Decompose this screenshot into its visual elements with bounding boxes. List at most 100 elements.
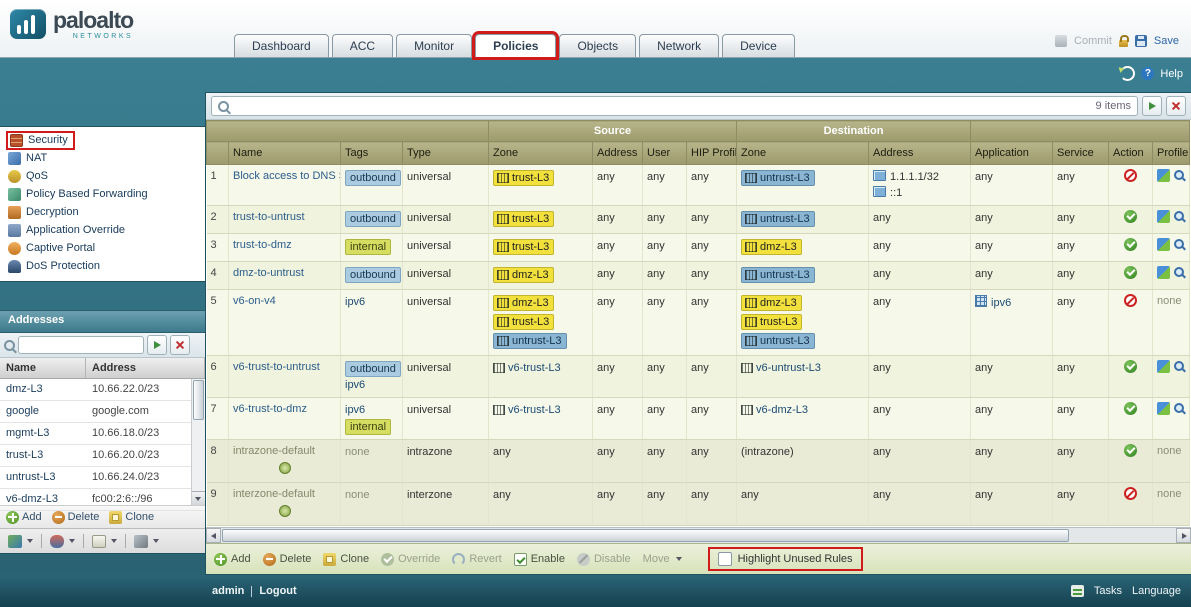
add-button[interactable]: Add <box>214 553 251 566</box>
column-header-profile-12[interactable]: Profile <box>1153 142 1190 165</box>
column-header-tags-1[interactable]: Tags <box>341 142 403 165</box>
save-button[interactable]: Save <box>1154 35 1179 47</box>
profile-group-icon[interactable] <box>1157 402 1170 415</box>
tag-outbound[interactable]: outbound <box>345 361 401 377</box>
tab-policies[interactable]: Policies <box>475 34 556 57</box>
zone-badge[interactable]: dmz-L3 <box>493 267 554 283</box>
profile-log-icon[interactable] <box>1173 402 1186 415</box>
column-header-zone-7[interactable]: Zone <box>737 142 869 165</box>
delete-button[interactable]: Delete <box>263 553 312 566</box>
override-button[interactable]: Override <box>381 553 440 566</box>
tab-monitor[interactable]: Monitor <box>396 34 472 57</box>
rule-row-8[interactable]: 8intrazone-defaultnoneintrazoneanyanyany… <box>207 440 1190 483</box>
tag-outbound[interactable]: outbound <box>345 170 401 186</box>
edit-dropdown-button[interactable] <box>90 533 119 550</box>
scrollbar-right-arrow[interactable] <box>1176 528 1191 543</box>
tab-network[interactable]: Network <box>639 34 719 57</box>
rules-apply-filter-button[interactable] <box>1142 96 1162 116</box>
zone-badge[interactable]: v6-trust-L3 <box>493 361 561 375</box>
rules-filter-input[interactable] <box>233 98 1092 114</box>
scrollbar-thumb[interactable] <box>222 529 1069 542</box>
zone-badge[interactable]: trust-L3 <box>493 170 554 186</box>
rule-settings-icon[interactable] <box>279 505 291 517</box>
address-row[interactable]: mgmt-L310.66.18.0/23 <box>0 423 205 445</box>
addresses-apply-filter-button[interactable] <box>147 335 167 355</box>
language-link[interactable]: Language <box>1132 585 1181 597</box>
tasks-link[interactable]: Tasks <box>1094 585 1122 597</box>
sidebar-item-application-override[interactable]: Application Override <box>2 221 203 239</box>
zone-badge[interactable]: trust-L3 <box>493 211 554 227</box>
column-header-application-9[interactable]: Application <box>971 142 1053 165</box>
clone-button[interactable]: Clone <box>109 511 154 524</box>
zone-badge[interactable]: untrust-L3 <box>741 170 815 186</box>
sidebar-item-security[interactable]: Security <box>2 131 203 149</box>
zone-badge[interactable]: trust-L3 <box>741 314 802 330</box>
column-header-address-4[interactable]: Address <box>593 142 643 165</box>
scrollbar-thumb[interactable] <box>193 380 204 420</box>
address-row[interactable]: untrust-L310.66.24.0/23 <box>0 467 205 489</box>
highlight-unused-rules-checkbox[interactable] <box>718 552 732 566</box>
rules-clear-filter-button[interactable] <box>1166 96 1186 116</box>
address-row[interactable]: dmz-L310.66.22.0/23 <box>0 379 205 401</box>
lock-icon[interactable] <box>1119 40 1128 47</box>
clone-button[interactable]: Clone <box>323 553 369 566</box>
address-row[interactable]: googlegoogle.com <box>0 401 205 423</box>
rule-name-link[interactable]: v6-on-v4 <box>233 295 276 307</box>
help-icon[interactable]: ? <box>1141 67 1154 80</box>
disable-button[interactable]: Disable <box>577 553 631 566</box>
sidebar-item-captive-portal[interactable]: Captive Portal <box>2 239 203 257</box>
profile-group-icon[interactable] <box>1157 238 1170 251</box>
rule-name-link[interactable]: Block access to DNS S... <box>233 170 341 182</box>
column-header-address-8[interactable]: Address <box>869 142 971 165</box>
horizontal-scrollbar[interactable] <box>206 527 1191 543</box>
profile-log-icon[interactable] <box>1173 210 1186 223</box>
rule-name-link[interactable]: intrazone-default <box>233 445 315 457</box>
addresses-column-name[interactable]: Name <box>0 358 86 378</box>
rule-row-5[interactable]: 5v6-on-v4ipv6universaldmz-L3trust-L3untr… <box>207 290 1190 356</box>
column-header-type-2[interactable]: Type <box>403 142 489 165</box>
group-dropdown-button[interactable] <box>48 533 77 550</box>
refresh-icon[interactable] <box>1120 66 1135 81</box>
add-button[interactable]: Add <box>6 511 42 524</box>
tab-device[interactable]: Device <box>722 34 795 57</box>
rule-row-2[interactable]: 2trust-to-untrustoutbounduniversaltrust-… <box>207 206 1190 234</box>
rule-name-link[interactable]: v6-trust-to-dmz <box>233 403 307 415</box>
zone-badge[interactable]: v6-trust-L3 <box>493 403 561 417</box>
rule-row-6[interactable]: 6v6-trust-to-untrustoutboundipv6universa… <box>207 356 1190 398</box>
rule-row-9[interactable]: 9interzone-defaultnoneinterzoneanyanyany… <box>207 483 1190 526</box>
addresses-scrollbar[interactable] <box>191 379 205 505</box>
sidebar-item-qos[interactable]: QoS <box>2 167 203 185</box>
sidebar-item-policy-based-forwarding[interactable]: Policy Based Forwarding <box>2 185 203 203</box>
enable-button[interactable]: Enable <box>514 553 565 566</box>
tag-outbound[interactable]: outbound <box>345 267 401 283</box>
column-header-service-10[interactable]: Service <box>1053 142 1109 165</box>
profile-group-icon[interactable] <box>1157 360 1170 373</box>
zone-badge[interactable]: dmz-L3 <box>741 295 802 311</box>
column-header-hip-profile-6[interactable]: HIP Profile <box>687 142 737 165</box>
tag-outbound[interactable]: outbound <box>345 211 401 227</box>
zone-badge[interactable]: trust-L3 <box>493 239 554 255</box>
revert-button[interactable]: Revert <box>452 553 501 566</box>
column-header-name-0[interactable]: Name <box>229 142 341 165</box>
rule-name-link[interactable]: trust-to-untrust <box>233 211 305 223</box>
zone-badge[interactable]: v6-dmz-L3 <box>741 403 808 417</box>
scrollbar-left-arrow[interactable] <box>206 528 221 543</box>
zone-badge[interactable]: trust-L3 <box>493 314 554 330</box>
profile-log-icon[interactable] <box>1173 169 1186 182</box>
rule-name-link[interactable]: dmz-to-untrust <box>233 267 304 279</box>
profile-log-icon[interactable] <box>1173 360 1186 373</box>
profile-group-icon[interactable] <box>1157 266 1170 279</box>
tab-acc[interactable]: ACC <box>332 34 393 57</box>
move-dropdown-button[interactable] <box>6 533 35 550</box>
tools-dropdown-button[interactable] <box>132 533 161 550</box>
addresses-clear-filter-button[interactable] <box>170 335 190 355</box>
rule-row-7[interactable]: 7v6-trust-to-dmzipv6internaluniversalv6-… <box>207 398 1190 440</box>
address-row[interactable]: trust-L310.66.20.0/23 <box>0 445 205 467</box>
rule-row-3[interactable]: 3trust-to-dmzinternaluniversaltrust-L3an… <box>207 234 1190 262</box>
column-header-action-11[interactable]: Action <box>1109 142 1153 165</box>
rule-name-link[interactable]: interzone-default <box>233 488 315 500</box>
zone-badge[interactable]: untrust-L3 <box>493 333 567 349</box>
address-row[interactable]: v6-dmz-L3fc00:2:6::/96 <box>0 489 205 511</box>
zone-badge[interactable]: dmz-L3 <box>493 295 554 311</box>
tab-objects[interactable]: Objects <box>559 34 636 57</box>
